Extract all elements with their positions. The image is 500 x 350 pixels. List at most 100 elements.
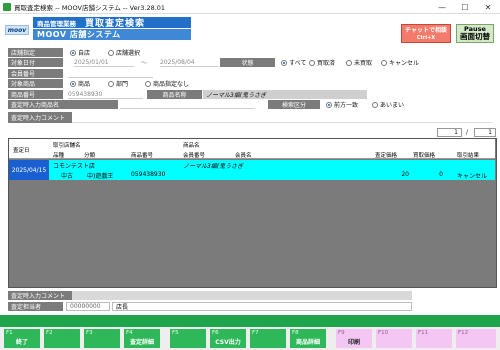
page-current[interactable]: 1 [437,128,462,137]
f11-button[interactable]: F11 [416,329,452,348]
window-titlebar: 買取査定検索 -- MOOV店舗システム -- Ver3.28.01 [0,0,500,14]
grid-header: 査定日 取引店舗名 商品名 品種 分類 商品番号 会員番号 会員名 査定価格 買… [9,139,495,159]
target-radio-none[interactable]: 商品指定なし [145,79,189,88]
col-product-name: 商品名 [183,143,200,149]
window-title: 買取査定検索 -- MOOV店舗システム -- Ver3.28.01 [14,3,166,12]
date-label: 対象日付 [8,58,63,67]
fkey-code: F4 [126,330,133,336]
fkey-label: 査定詳細 [129,339,154,346]
page-total: 1 [474,128,496,137]
f3-button[interactable]: F3 [84,329,120,348]
row-category: 中)遊戯王 [87,173,114,180]
fkey-code: F11 [418,330,429,336]
fkey-label: 印刷 [347,339,360,346]
col-product-no: 商品番号 [131,153,154,159]
bottom-comment-label: 査定時入力コメント [8,291,72,300]
status-label: 状態 [220,58,275,67]
bottom-comment-value [72,291,412,300]
comment-input[interactable] [72,112,492,123]
product-no-label: 商品番号 [8,90,63,99]
radio-on-icon [70,80,76,87]
radio-off-icon [372,101,378,108]
col-price: 査定価格 [375,153,398,159]
minimize-button[interactable]: — [431,0,453,14]
f10-button[interactable]: F10 [376,329,412,348]
chat-shortcut: Ctrl+X [416,34,436,41]
f8-product-detail-button[interactable]: F8 商品詳細 [290,329,326,348]
radio-label: 商品指定なし [153,81,190,88]
row-product-no: 059438930 [131,171,166,178]
row-date: 2025/04/15 [9,160,49,180]
target-radio-dept[interactable]: 部門 [108,79,128,88]
f12-button[interactable]: F12 [456,329,496,348]
f4-assessment-detail-button[interactable]: F4 査定詳細 [124,329,160,348]
app-icon [3,2,11,11]
status-radio-all[interactable]: すべて [281,58,306,67]
radio-label: 店舗選択 [116,50,141,57]
fkey-label: 終了 [15,339,28,346]
fkey-label: CSV出力 [215,339,241,346]
radio-label: すべて [289,60,307,67]
pause-button[interactable]: Pause 画面切替 [456,24,494,43]
target-label: 対象商品 [8,79,63,88]
member-no-input[interactable] [68,69,153,78]
radio-off-icon [108,80,114,87]
col-member-name: 会員名 [235,153,252,159]
store-radio-self[interactable]: 自店 [70,48,90,57]
f2-button[interactable]: F2 [44,329,80,348]
col-buy-price: 買取価格 [413,153,436,159]
status-bar [0,315,500,327]
f9-print-button[interactable]: F9 印刷 [336,329,372,348]
switch-screen-label: 画面切替 [460,32,490,42]
f1-exit-button[interactable]: F1 終了 [4,329,40,348]
page-title: 買取査定検索 [85,19,146,29]
fkey-code: F2 [46,330,53,336]
maximize-button[interactable]: ☐ [454,0,476,14]
f7-button[interactable]: F7 [250,329,286,348]
f5-button[interactable]: F5 [170,329,206,348]
status-radio-unbought[interactable]: 未買取 [346,58,372,67]
input-product-name-field[interactable] [120,100,255,109]
store-radio-select[interactable]: 店舗選択 [108,48,140,57]
radio-label: あいまい [380,102,405,109]
store-label: 店舗指定 [8,48,63,57]
product-no-input[interactable]: 059438930 [68,90,143,99]
col-result: 取引結果 [457,153,480,159]
table-row[interactable]: 2025/04/15 コモンテスト店 ノーマル3編(鬼うさぎ 中古 中)遊戯王 … [9,160,495,180]
status-radio-cancel[interactable]: キャンセル [381,58,419,67]
chat-button[interactable]: チャットで相談 Ctrl+X [401,24,451,43]
input-product-name-label: 査定時入力商品名 [8,100,118,109]
fkey-code: F8 [292,330,299,336]
col-store: 取引店舗名 [53,143,81,149]
moov-logo: moov [5,25,29,35]
radio-label: キャンセル [389,60,420,67]
f6-csv-export-button[interactable]: F6 CSV出力 [210,329,246,348]
radio-off-icon [145,80,151,87]
radio-label: 前方一致 [334,102,359,109]
radio-label: 自店 [78,50,91,57]
radio-label: 買取済 [317,60,336,67]
col-item: 品種 [53,153,65,159]
date-separator: 〜 [141,60,148,67]
fkey-code: F12 [458,330,469,336]
radio-on-icon [326,101,332,108]
date-from-input[interactable]: 2025/01/01 [74,58,134,67]
title-banner: 商品管理業務 買取査定検索 [33,17,191,29]
status-radio-bought[interactable]: 買取済 [309,58,335,67]
target-radio-product[interactable]: 商品 [70,79,90,88]
assessor-code: 00000000 [66,302,110,311]
search-type-prefix[interactable]: 前方一致 [326,100,358,109]
col-date: 査定日 [13,148,30,154]
row-product-name: ノーマル3編(鬼うさぎ [183,163,244,170]
date-to-input[interactable]: 2025/08/04 [160,58,218,67]
radio-off-icon [381,59,387,66]
close-button[interactable]: ✕ [477,0,499,14]
fkey-code: F9 [338,330,345,336]
radio-on-icon [281,59,287,66]
radio-off-icon [108,49,114,56]
result-grid[interactable]: 査定日 取引店舗名 商品名 品種 分類 商品番号 会員番号 会員名 査定価格 買… [8,138,497,288]
fkey-code: F6 [212,330,219,336]
search-type-fuzzy[interactable]: あいまい [372,100,404,109]
radio-off-icon [309,59,315,66]
member-no-label: 会員番号 [8,69,63,78]
